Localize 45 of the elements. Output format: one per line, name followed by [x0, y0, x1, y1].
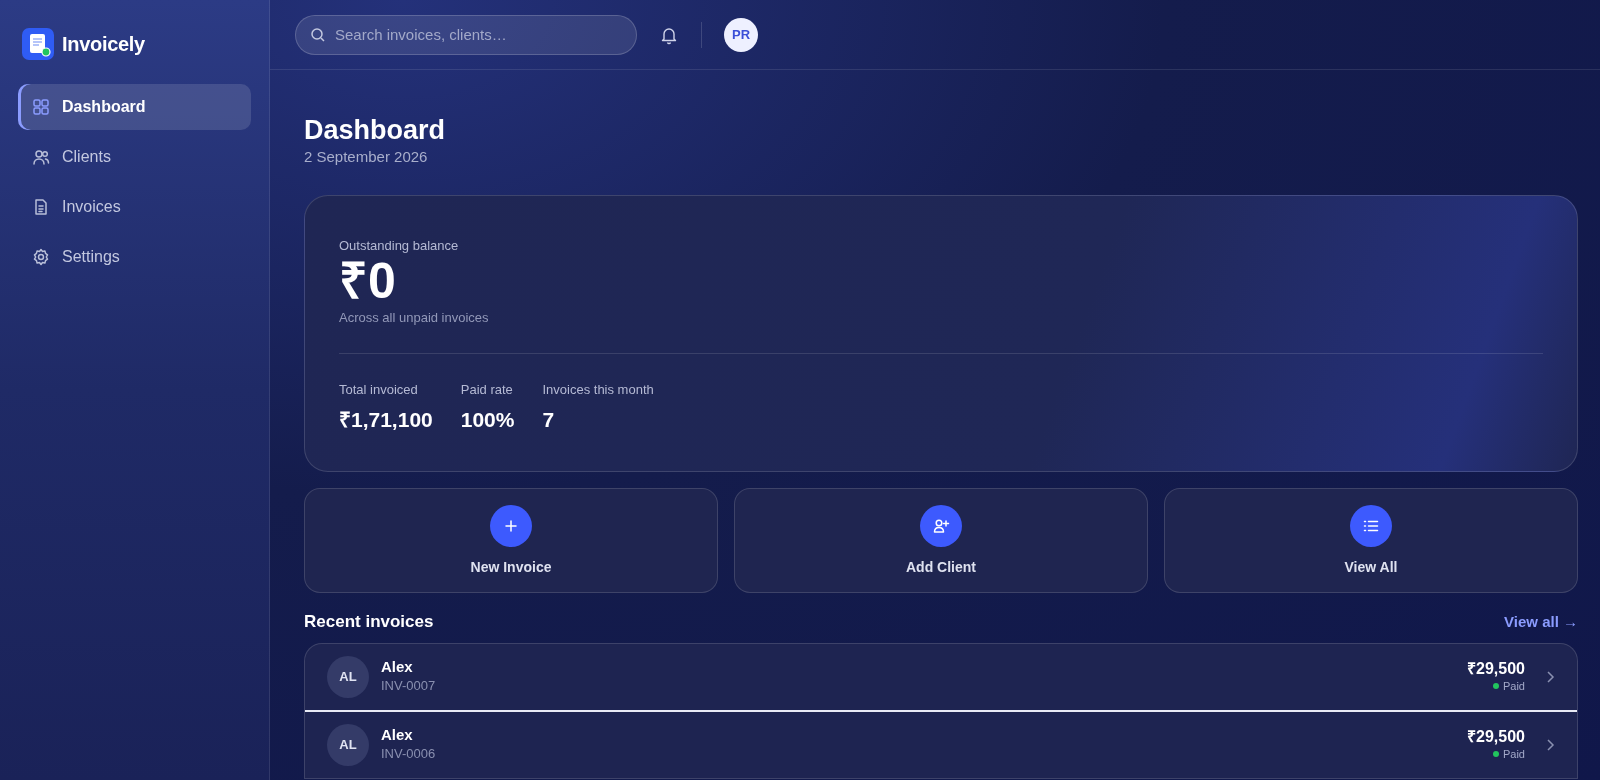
user-avatar[interactable]: PR: [724, 17, 758, 52]
user-plus-icon: [920, 505, 962, 548]
stat-value: ₹1,71,100: [339, 406, 433, 433]
sidebar-item[interactable]: Settings: [18, 234, 251, 280]
invoice-amount: ₹29,500: [1467, 659, 1525, 679]
status-label: Paid: [1502, 747, 1525, 763]
page-title: Dashboard: [304, 114, 447, 147]
document-icon: [32, 198, 50, 216]
client-name: Alex: [381, 658, 414, 677]
settings-icon: [32, 248, 50, 266]
invoice-row[interactable]: AL Alex INV-0007 ₹29,500 Paid: [305, 643, 1577, 712]
sidebar-item[interactable]: Dashboard: [18, 84, 251, 130]
action-card[interactable]: View All: [1164, 488, 1578, 594]
plus-icon: [490, 505, 532, 548]
stat-label: Paid rate: [460, 381, 514, 400]
balance-amount: ₹0: [339, 255, 397, 308]
invoice-amount: ₹29,500: [1467, 727, 1525, 747]
action-card[interactable]: Add Client: [734, 488, 1148, 594]
status-label: Paid: [1502, 679, 1525, 695]
list-icon: [1350, 505, 1392, 548]
stat-value: 7: [542, 406, 556, 433]
view-all-link[interactable]: View all →: [1504, 610, 1578, 634]
stat-value: 100%: [460, 406, 515, 433]
client-avatar: AL: [327, 655, 369, 698]
section-title: Recent invoices: [304, 611, 434, 634]
grid-icon: [32, 98, 50, 116]
balance-label: Outstanding balance: [339, 236, 460, 255]
chevron-icon: [1545, 737, 1555, 752]
chevron-icon: [1545, 669, 1555, 684]
search-icon: [310, 26, 326, 43]
page-date: 2 September 2026: [304, 147, 429, 168]
logo-icon: [22, 28, 54, 60]
app-name: Invoicely: [62, 32, 145, 57]
sidebar-item[interactable]: Invoices: [18, 184, 251, 230]
invoice-row[interactable]: AL Alex INV-0006 ₹29,500 Paid: [305, 711, 1577, 778]
stat-label: Total invoiced: [339, 381, 419, 400]
client-name: Alex: [381, 726, 414, 745]
client-avatar: AL: [327, 723, 369, 766]
balance-caption: Across all unpaid invoices: [339, 308, 490, 327]
stat-label: Invoices this month: [542, 381, 654, 400]
invoice-number: INV-0006: [381, 745, 437, 764]
invoice-number: INV-0007: [381, 677, 437, 696]
users-icon: [32, 148, 50, 166]
sidebar-item[interactable]: Clients: [18, 134, 251, 180]
action-card[interactable]: New Invoice: [304, 488, 718, 594]
